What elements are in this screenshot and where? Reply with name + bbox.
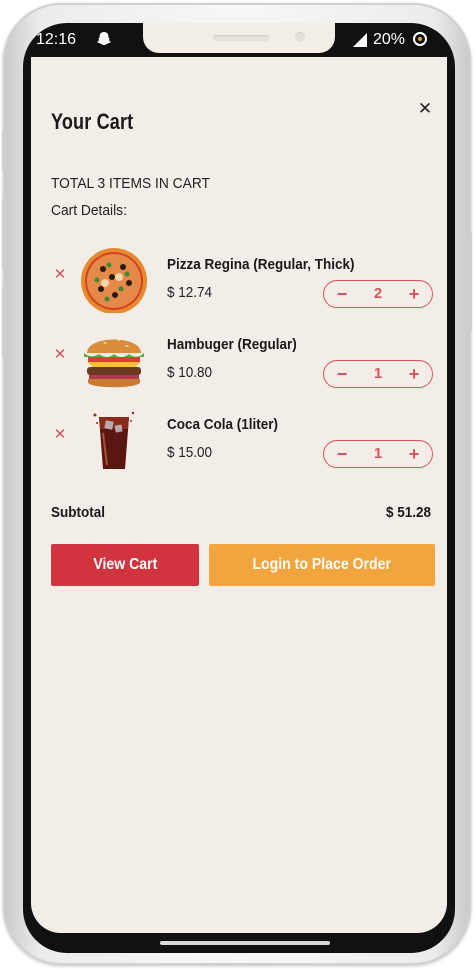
login-label: Login to Place Order: [252, 556, 392, 573]
phone-bezel: 12:16 20% Your Cart ✕ TOTAL 3 ITEMS IN C…: [23, 23, 455, 953]
power-button: [468, 231, 472, 331]
home-indicator[interactable]: [160, 941, 330, 945]
cart-item: ✕ Hambuger (Regular) $ 10.80 − 1 +: [31, 327, 447, 397]
cart-details-label: Cart Details:: [51, 202, 127, 219]
volume-up-button: [2, 199, 6, 269]
subtotal-value: $ 51.28: [385, 504, 431, 521]
battery-percent: 20%: [373, 31, 406, 48]
speaker: [213, 35, 269, 41]
quantity-stepper: − 1 +: [323, 440, 433, 468]
decrease-button[interactable]: −: [334, 283, 350, 305]
remove-item-icon[interactable]: ✕: [53, 267, 67, 282]
snapchat-icon: [96, 31, 112, 52]
cart-screen: Your Cart ✕ TOTAL 3 ITEMS IN CART Cart D…: [31, 57, 447, 933]
status-time: 12:16: [36, 31, 77, 48]
remove-item-icon[interactable]: ✕: [53, 347, 67, 362]
subtotal-label: Subtotal: [51, 504, 105, 521]
item-price: $ 10.80: [167, 364, 213, 381]
cart-item: ✕ Coca Cola (1liter) $ 15.00 − 1 +: [31, 407, 447, 477]
quantity-value: 1: [373, 445, 383, 462]
status-bar: 12:16 20%: [23, 23, 455, 57]
pizza-image: [79, 247, 149, 314]
item-price: $ 15.00: [167, 444, 213, 461]
signal-icon: [353, 33, 367, 47]
cart-item: ✕ Pizza Regina (Regular, Thick) $ 12.74 …: [31, 247, 447, 317]
quantity-value: 2: [373, 285, 383, 302]
volume-down-button: [2, 287, 6, 357]
login-to-place-order-button[interactable]: Login to Place Order: [209, 544, 435, 586]
phone-frame: 12:16 20% Your Cart ✕ TOTAL 3 ITEMS IN C…: [2, 3, 472, 965]
decrease-button[interactable]: −: [334, 443, 350, 465]
quantity-stepper: − 2 +: [323, 280, 433, 308]
battery-icon: [413, 32, 427, 46]
increase-button[interactable]: +: [406, 443, 422, 465]
decrease-button[interactable]: −: [334, 363, 350, 385]
burger-image: [79, 327, 149, 393]
increase-button[interactable]: +: [406, 283, 422, 305]
notch: [143, 23, 335, 53]
quantity-stepper: − 1 +: [323, 360, 433, 388]
view-cart-button[interactable]: View Cart: [51, 544, 199, 586]
remove-item-icon[interactable]: ✕: [53, 427, 67, 442]
view-cart-label: View Cart: [93, 556, 157, 573]
close-icon[interactable]: ✕: [417, 100, 433, 117]
front-camera: [295, 32, 305, 42]
quantity-value: 1: [373, 365, 383, 382]
item-price: $ 12.74: [167, 284, 213, 301]
mute-switch: [2, 131, 6, 171]
item-name: Pizza Regina (Regular, Thick): [167, 256, 355, 273]
item-name: Hambuger (Regular): [167, 336, 297, 353]
page-title: Your Cart: [51, 109, 134, 134]
cola-image: [79, 407, 149, 473]
total-items-text: TOTAL 3 ITEMS IN CART: [51, 175, 210, 192]
increase-button[interactable]: +: [406, 363, 422, 385]
item-name: Coca Cola (1liter): [167, 416, 279, 433]
